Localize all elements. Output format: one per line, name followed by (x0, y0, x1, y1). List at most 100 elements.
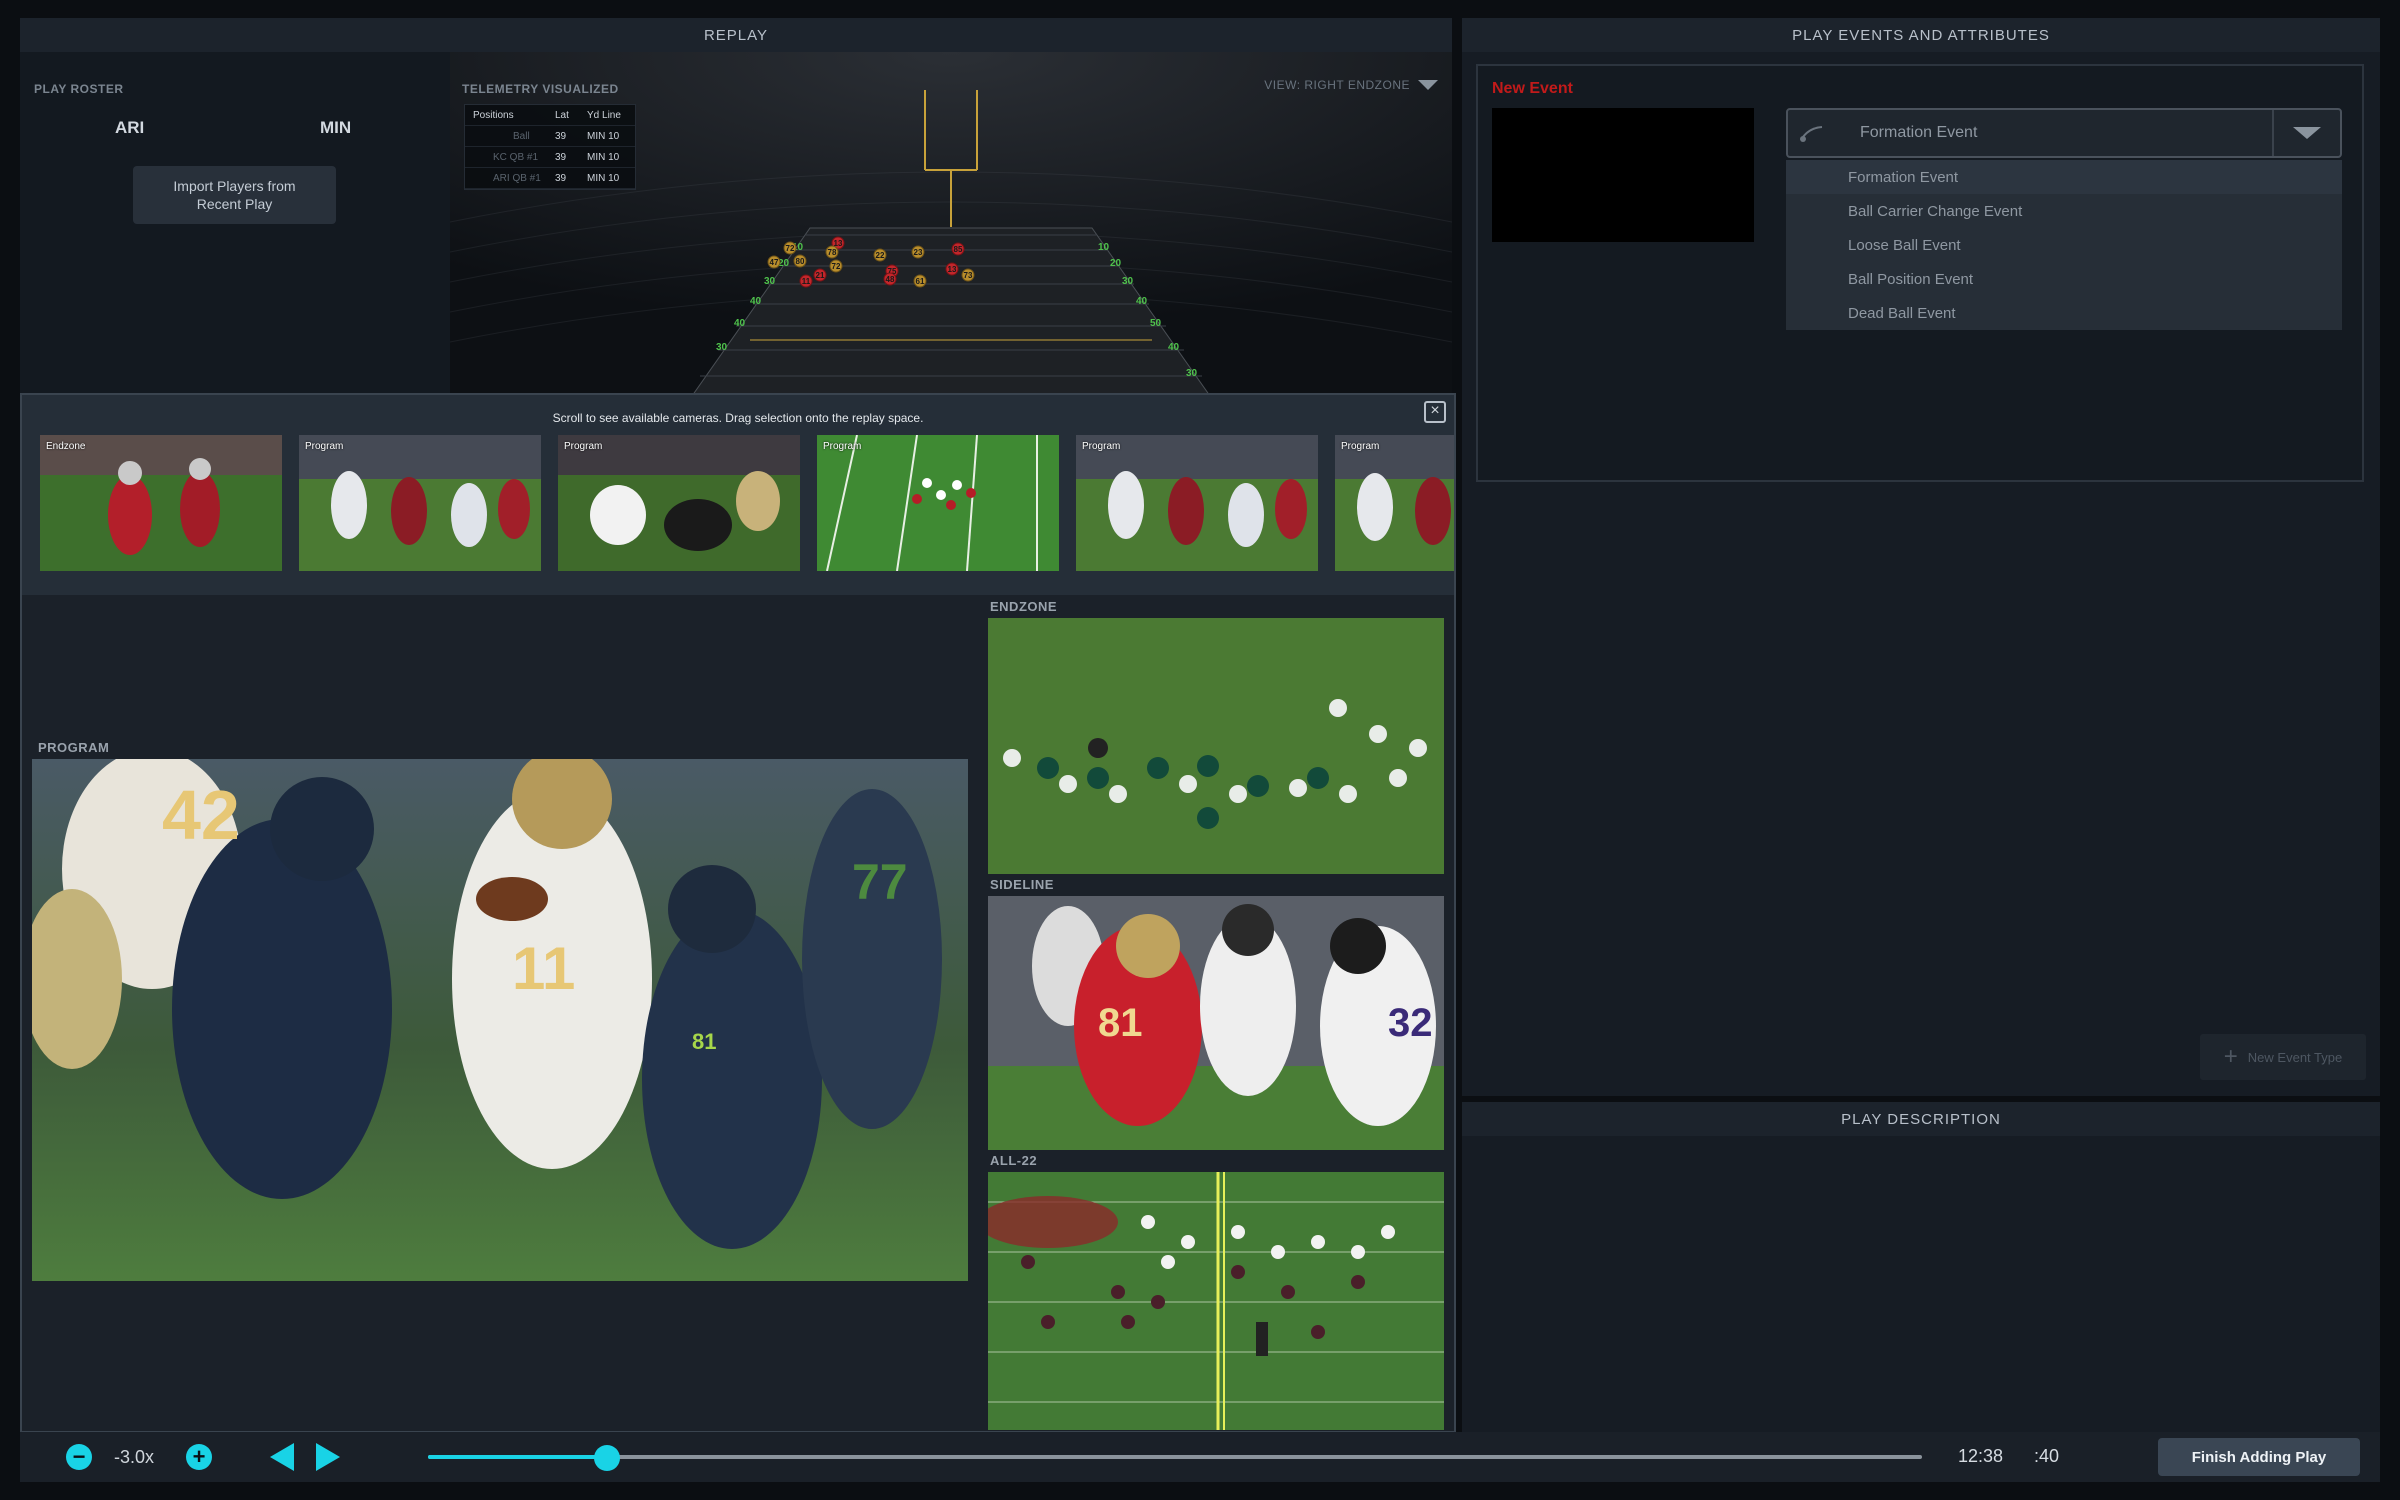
program-label: PROGRAM (38, 740, 110, 755)
player-number: 11 (802, 277, 811, 286)
camera-thumb[interactable]: Program (299, 435, 541, 571)
event-type-dropdown-button[interactable] (2272, 110, 2340, 156)
camera-thumb[interactable]: Program (817, 435, 1059, 571)
yard-marker: 30 (716, 342, 728, 353)
close-icon[interactable]: × (1424, 401, 1446, 423)
event-option[interactable]: Loose Ball Event (1786, 228, 2342, 262)
team-right[interactable]: MIN (320, 118, 351, 138)
telemetry-view[interactable]: 10 20 30 40 40 30 10 20 30 40 50 40 30 1… (450, 52, 1452, 396)
position-yd: MIN 10 (587, 130, 620, 142)
table-row[interactable]: KC QB #1 39 MIN 10 (465, 147, 635, 168)
jersey-number: 81 (1098, 1001, 1143, 1045)
timeline-scrubber[interactable] (594, 1445, 621, 1471)
table-row[interactable]: ARI QB #1 39 MIN 10 (465, 168, 635, 189)
header-positions: Positions (473, 109, 514, 121)
play-events-panel: PLAY EVENTS AND ATTRIBUTES New Event For… (1462, 18, 2380, 1096)
plus-icon[interactable]: + (186, 1444, 212, 1470)
events-title: PLAY EVENTS AND ATTRIBUTES (1462, 18, 2380, 52)
camera-thumb[interactable]: Endzone (40, 435, 282, 571)
view-select[interactable]: VIEW: RIGHT ENDZONE (1264, 78, 1438, 92)
camera-thumb-label: Program (564, 441, 603, 452)
player-number: 47 (770, 258, 779, 267)
view-select-label: VIEW: RIGHT ENDZONE (1264, 78, 1410, 92)
timeline-track[interactable] (428, 1445, 1922, 1471)
position-name: Ball (513, 130, 530, 142)
player-number: 13 (948, 265, 957, 274)
camera-thumb[interactable]: Program (1076, 435, 1318, 571)
minus-icon[interactable]: − (66, 1444, 92, 1470)
finish-adding-play-button[interactable]: Finish Adding Play (2158, 1438, 2360, 1476)
event-option[interactable]: Ball Carrier Change Event (1786, 194, 2342, 228)
team-left[interactable]: ARI (115, 118, 144, 138)
camera-thumb-label: Program (823, 441, 862, 452)
description-title: PLAY DESCRIPTION (1462, 1102, 2380, 1136)
positions-table: Positions Lat Yd Line Ball 39 MIN 10 KC … (464, 104, 636, 190)
play-roster-label: PLAY ROSTER (34, 82, 124, 96)
event-type-options: Formation Event Ball Carrier Change Even… (1786, 160, 2342, 330)
camera-selector: Scroll to see available cameras. Drag se… (20, 393, 1456, 1433)
all22-label: ALL-22 (990, 1153, 1038, 1168)
new-event-type-button[interactable]: + New Event Type (2200, 1034, 2366, 1080)
telemetry-label: TELEMETRY VISUALIZED (462, 82, 619, 96)
transport-bar: − -3.0x + 12:38 :40 Finish Adding Play (20, 1432, 2380, 1482)
event-option[interactable]: Ball Position Event (1786, 262, 2342, 296)
play-description-panel[interactable]: PLAY DESCRIPTION (1462, 1102, 2380, 1432)
position-yd: MIN 10 (587, 151, 620, 163)
all22-video[interactable] (988, 1172, 1444, 1430)
player-number: 72 (832, 262, 841, 271)
chevron-down-icon (2293, 127, 2321, 139)
position-lat: 39 (555, 130, 567, 142)
event-type-selected: Formation Event (1860, 124, 1978, 141)
sideline-video[interactable]: 81 32 (988, 896, 1444, 1150)
player-number: 22 (876, 251, 885, 260)
chevron-down-icon[interactable] (1418, 80, 1438, 90)
position-lat: 39 (555, 172, 567, 184)
player-number: 73 (964, 271, 973, 280)
player-number: 61 (916, 277, 925, 286)
camera-thumb-label: Program (1341, 441, 1380, 452)
table-row[interactable]: Ball 39 MIN 10 (465, 126, 635, 147)
position-name: ARI QB #1 (493, 172, 541, 184)
header-yd-line: Yd Line (587, 109, 621, 121)
plus-icon: + (2223, 1043, 2238, 1070)
previous-icon[interactable] (270, 1443, 294, 1471)
camera-thumb-label: Endzone (46, 441, 86, 452)
replay-title: REPLAY (20, 18, 1452, 52)
jersey-number: 42 (162, 776, 240, 854)
event-type-select[interactable]: Formation Event (1786, 108, 2342, 158)
yard-marker: 40 (1136, 296, 1148, 307)
player-number: 48 (886, 275, 895, 284)
playback-speed: -3.0x (114, 1447, 155, 1467)
event-preview (1492, 108, 1754, 242)
positions-header-row: Positions Lat Yd Line (465, 105, 635, 126)
event-option[interactable]: Dead Ball Event (1786, 296, 2342, 330)
jersey-number: 77 (852, 854, 908, 910)
jersey-number: 11 (512, 935, 575, 1002)
position-name: KC QB #1 (493, 151, 539, 163)
camera-strip[interactable]: Scroll to see available cameras. Drag se… (22, 395, 1454, 595)
player-number: 72 (786, 244, 795, 253)
program-video[interactable]: 42 11 81 77 (32, 759, 968, 1281)
new-event-type-label: New Event Type (2247, 1049, 2343, 1065)
yard-marker: 30 (1122, 276, 1134, 287)
camera-hint: Scroll to see available cameras. Drag se… (552, 411, 924, 425)
endzone-video[interactable] (988, 618, 1444, 874)
play-roster: PLAY ROSTER ARI MIN Import Players from … (20, 52, 450, 396)
endzone-label: ENDZONE (990, 599, 1058, 614)
yard-marker: 20 (1110, 258, 1122, 269)
position-lat: 39 (555, 151, 567, 163)
yard-marker: 40 (734, 318, 746, 329)
player-number: 80 (796, 257, 805, 266)
event-type-icon (1788, 110, 1836, 156)
yard-marker: 40 (750, 296, 762, 307)
header-lat: Lat (555, 109, 569, 121)
next-icon[interactable] (316, 1443, 340, 1471)
yard-marker: 50 (1150, 318, 1162, 329)
new-event-label: New Event (1492, 80, 1573, 97)
camera-thumb[interactable]: Program (1335, 435, 1454, 571)
camera-thumb-label: Program (1082, 441, 1121, 452)
event-option[interactable]: Formation Event (1786, 160, 2342, 194)
import-players-button[interactable]: Import Players from Recent Play (133, 166, 336, 224)
player-number: 78 (828, 248, 837, 257)
camera-thumb[interactable]: Program (558, 435, 800, 571)
